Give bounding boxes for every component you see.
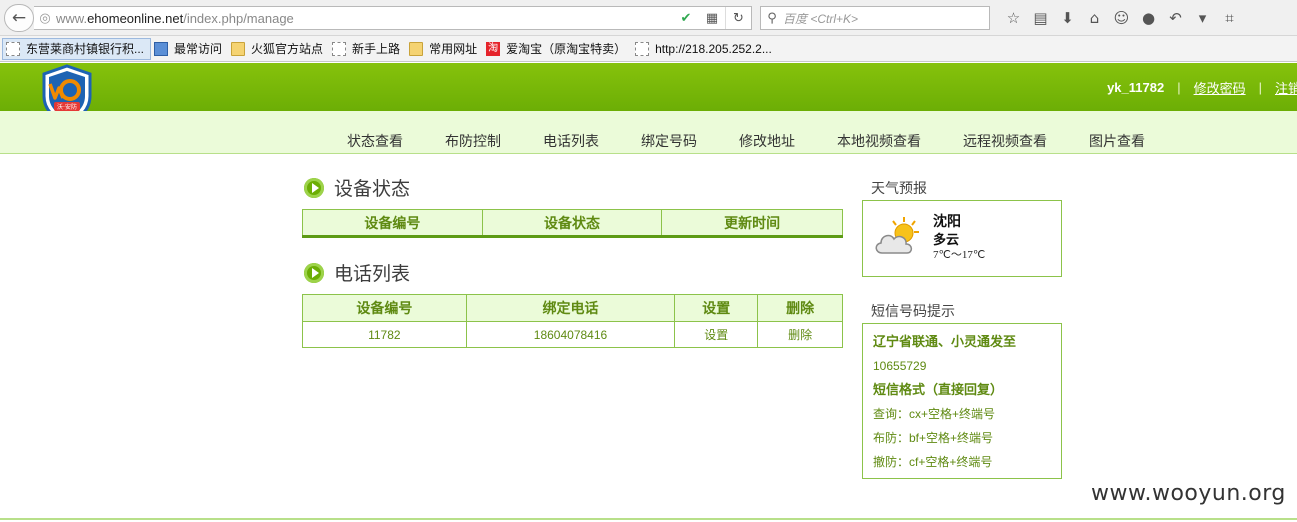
bookmark-item[interactable]: 火狐官方站点	[228, 38, 329, 60]
sms-panel: 辽宁省联通、小灵通发至 10655729 短信格式（直接回复） 查询：cx+空格…	[862, 323, 1062, 479]
col-update-time: 更新时间	[661, 209, 843, 237]
nav-remote-video[interactable]: 远程视频查看	[963, 131, 1047, 151]
username: yk_11782	[1107, 79, 1165, 95]
footer-divider	[0, 518, 1297, 520]
smiley-icon[interactable]: ☺	[1108, 9, 1135, 27]
bookmark-item[interactable]: http://218.205.252.2...	[632, 38, 778, 60]
bookmark-item[interactable]: 淘爱淘宝（原淘宝特卖）	[483, 38, 632, 60]
device-status-table: 设备编号 设备状态 更新时间	[302, 209, 843, 238]
settings-link[interactable]: 设置	[674, 321, 759, 348]
play-icon	[304, 262, 324, 283]
sms-arm: 布防：bf+空格+终端号	[873, 431, 994, 445]
bookmarks-bar: 东营莱商村镇银行积... 最常访问 火狐官方站点 新手上路 常用网址 淘爱淘宝（…	[0, 36, 1297, 62]
page-icon	[635, 41, 650, 56]
search-icon: ⚲	[767, 10, 777, 26]
undo-icon[interactable]: ↶	[1162, 9, 1189, 27]
back-button[interactable]: ←	[4, 4, 34, 32]
dropdown-icon[interactable]: ▾	[1189, 9, 1216, 27]
bookmark-item[interactable]: 最常访问	[151, 38, 228, 60]
nav-phone-list[interactable]: 电话列表	[543, 131, 599, 151]
sms-query: 查询：cx+空格+终端号	[873, 407, 996, 421]
cell-device-id: 11782	[302, 321, 467, 348]
page-icon	[332, 41, 347, 56]
url-bar[interactable]: ◎ www.ehomeonline.net/index.php/manage ✔…	[34, 6, 752, 30]
sms-disarm: 撤防：cf+空格+终端号	[873, 455, 993, 469]
reading-list-icon[interactable]: ▤	[1027, 9, 1054, 27]
partly-cloudy-icon	[875, 217, 919, 254]
nav-arm-control[interactable]: 布防控制	[445, 131, 501, 151]
sms-title: 短信号码提示	[871, 304, 955, 320]
nav-local-video[interactable]: 本地视频查看	[837, 131, 921, 151]
weather-panel: 沈阳 多云 7℃～17℃	[862, 200, 1062, 277]
logo-text: 沃·安防	[57, 103, 77, 111]
logout-link[interactable]: 注销	[1275, 78, 1297, 97]
nav-bind-number[interactable]: 绑定号码	[641, 131, 697, 151]
col-delete: 删除	[757, 294, 843, 322]
table-header-row: 设备编号 绑定电话 设置 删除	[302, 294, 843, 322]
table-header-row: 设备编号 设备状态 更新时间	[302, 209, 843, 237]
weather-temperature: 7℃～17℃	[933, 249, 986, 261]
table-row: 11782 18604078416 设置 删除	[302, 321, 843, 348]
separator: |	[1177, 79, 1181, 95]
qr-code-icon[interactable]: ▦	[699, 11, 725, 26]
page-header	[0, 63, 1297, 111]
chat-icon[interactable]: ●	[1135, 9, 1162, 27]
change-password-link[interactable]: 修改密码	[1194, 78, 1246, 97]
separator: |	[1258, 79, 1262, 95]
nav-change-address[interactable]: 修改地址	[739, 131, 795, 151]
search-placeholder: 百度 <Ctrl+K>	[783, 11, 859, 26]
bookmark-item[interactable]: 东营莱商村镇银行积...	[2, 37, 152, 60]
nav-status[interactable]: 状态查看	[347, 131, 403, 151]
device-status-heading: 设备状态	[304, 174, 410, 201]
page-icon	[6, 41, 20, 56]
folder-icon	[231, 41, 246, 56]
phone-list-heading: 电话列表	[304, 259, 410, 286]
col-device-id: 设备编号	[302, 209, 483, 237]
weather-title: 天气预报	[871, 181, 927, 197]
most-visited-icon	[154, 41, 169, 56]
cell-phone: 18604078416	[465, 321, 676, 348]
weather-city: 沈阳	[933, 214, 961, 230]
taobao-icon: 淘	[486, 41, 501, 56]
search-bar[interactable]: ⚲ 百度 <Ctrl+K>	[760, 6, 990, 30]
col-device-status: 设备状态	[481, 209, 663, 237]
play-icon	[304, 177, 324, 198]
url-text[interactable]: www.ehomeonline.net/index.php/manage	[56, 11, 294, 26]
star-icon[interactable]: ☆	[1000, 9, 1027, 27]
delete-link[interactable]: 删除	[757, 321, 843, 348]
bookmark-item[interactable]: 新手上路	[329, 38, 406, 60]
sms-carrier-line: 辽宁省联通、小灵通发至	[873, 334, 1017, 349]
home-icon[interactable]: ⌂	[1081, 9, 1108, 27]
download-icon[interactable]: ⬇	[1054, 9, 1081, 27]
crop-icon[interactable]: ⌗	[1216, 9, 1243, 27]
phone-list-table: 设备编号 绑定电话 设置 删除 11782 18604078416 设置 删除	[302, 294, 843, 348]
col-device-id: 设备编号	[302, 294, 467, 322]
reload-icon[interactable]: ↻	[725, 7, 751, 29]
bookmark-item[interactable]: 常用网址	[406, 38, 483, 60]
sms-number: 10655729	[873, 359, 927, 373]
folder-icon	[409, 41, 424, 56]
col-settings: 设置	[674, 294, 759, 322]
shield-icon[interactable]: ✔	[673, 11, 699, 26]
user-links: yk_11782 | 修改密码 | 注销	[1107, 63, 1297, 111]
browser-toolbar: ← ◎ www.ehomeonline.net/index.php/manage…	[0, 0, 1297, 36]
toolbar-icons: ☆ ▤ ⬇ ⌂ ☺ ● ↶ ▾ ⌗	[1000, 6, 1243, 30]
globe-icon: ◎	[39, 10, 51, 26]
col-bound-phone: 绑定电话	[465, 294, 676, 322]
watermark: www.wooyun.org	[1091, 481, 1286, 506]
back-arrow-icon: ←	[11, 8, 27, 28]
nav-pictures[interactable]: 图片查看	[1089, 131, 1145, 151]
sms-format-title: 短信格式（直接回复）	[873, 382, 1004, 397]
main-nav: 状态查看 布防控制 电话列表 绑定号码 修改地址 本地视频查看 远程视频查看 图…	[0, 111, 1297, 154]
